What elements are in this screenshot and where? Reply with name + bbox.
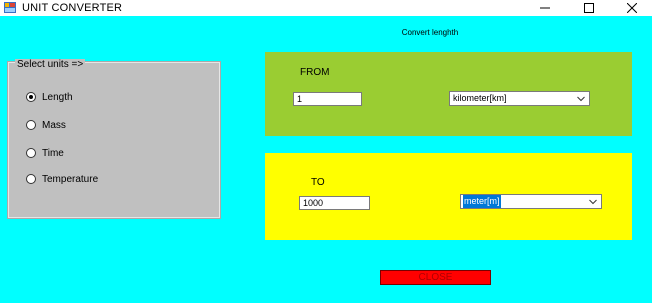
radio-label: Temperature <box>42 173 99 185</box>
chevron-down-icon <box>589 199 597 205</box>
from-unit-select[interactable]: kilometer[km] <box>449 91 590 106</box>
from-panel: FROM 1 kilometer[km] <box>265 52 632 136</box>
radio-button[interactable] <box>26 120 36 130</box>
radio-mass[interactable]: Mass <box>26 118 66 132</box>
to-unit-select[interactable]: meter[m] <box>460 194 602 209</box>
radio-button[interactable] <box>26 174 36 184</box>
from-label: FROM <box>300 67 330 78</box>
minimize-icon <box>540 7 550 9</box>
close-window-button[interactable] <box>612 0 652 16</box>
close-button[interactable]: CLOSE <box>380 270 491 285</box>
radio-button[interactable] <box>26 148 36 158</box>
chevron-down-icon <box>577 96 585 102</box>
radio-temperature[interactable]: Temperature <box>26 172 98 186</box>
radio-button[interactable] <box>26 92 36 102</box>
to-unit-value: meter[m] <box>463 195 501 208</box>
maximize-icon <box>584 3 594 13</box>
units-groupbox: Select units => Length Mass Time Tempera… <box>7 59 221 219</box>
maximize-button[interactable] <box>569 0 609 16</box>
radio-label: Time <box>42 147 64 159</box>
from-value-input[interactable]: 1 <box>293 92 362 106</box>
radio-label: Length <box>42 91 73 103</box>
radio-length[interactable]: Length <box>26 90 73 104</box>
radio-time[interactable]: Time <box>26 146 64 160</box>
window-title: UNIT CONVERTER <box>22 2 123 14</box>
to-label: TO <box>311 177 325 188</box>
radio-label: Mass <box>42 119 66 131</box>
app-icon <box>4 2 16 13</box>
close-icon <box>627 3 637 13</box>
to-value-input[interactable]: 1000 <box>299 196 370 210</box>
minimize-button[interactable] <box>525 0 565 16</box>
groupbox-legend: Select units => <box>15 59 86 71</box>
conversion-heading: Convert lenghth <box>401 28 459 37</box>
from-unit-value: kilometer[km] <box>453 93 507 103</box>
to-panel: TO 1000 meter[m] <box>265 153 632 240</box>
window-titlebar[interactable]: UNIT CONVERTER <box>0 0 652 16</box>
